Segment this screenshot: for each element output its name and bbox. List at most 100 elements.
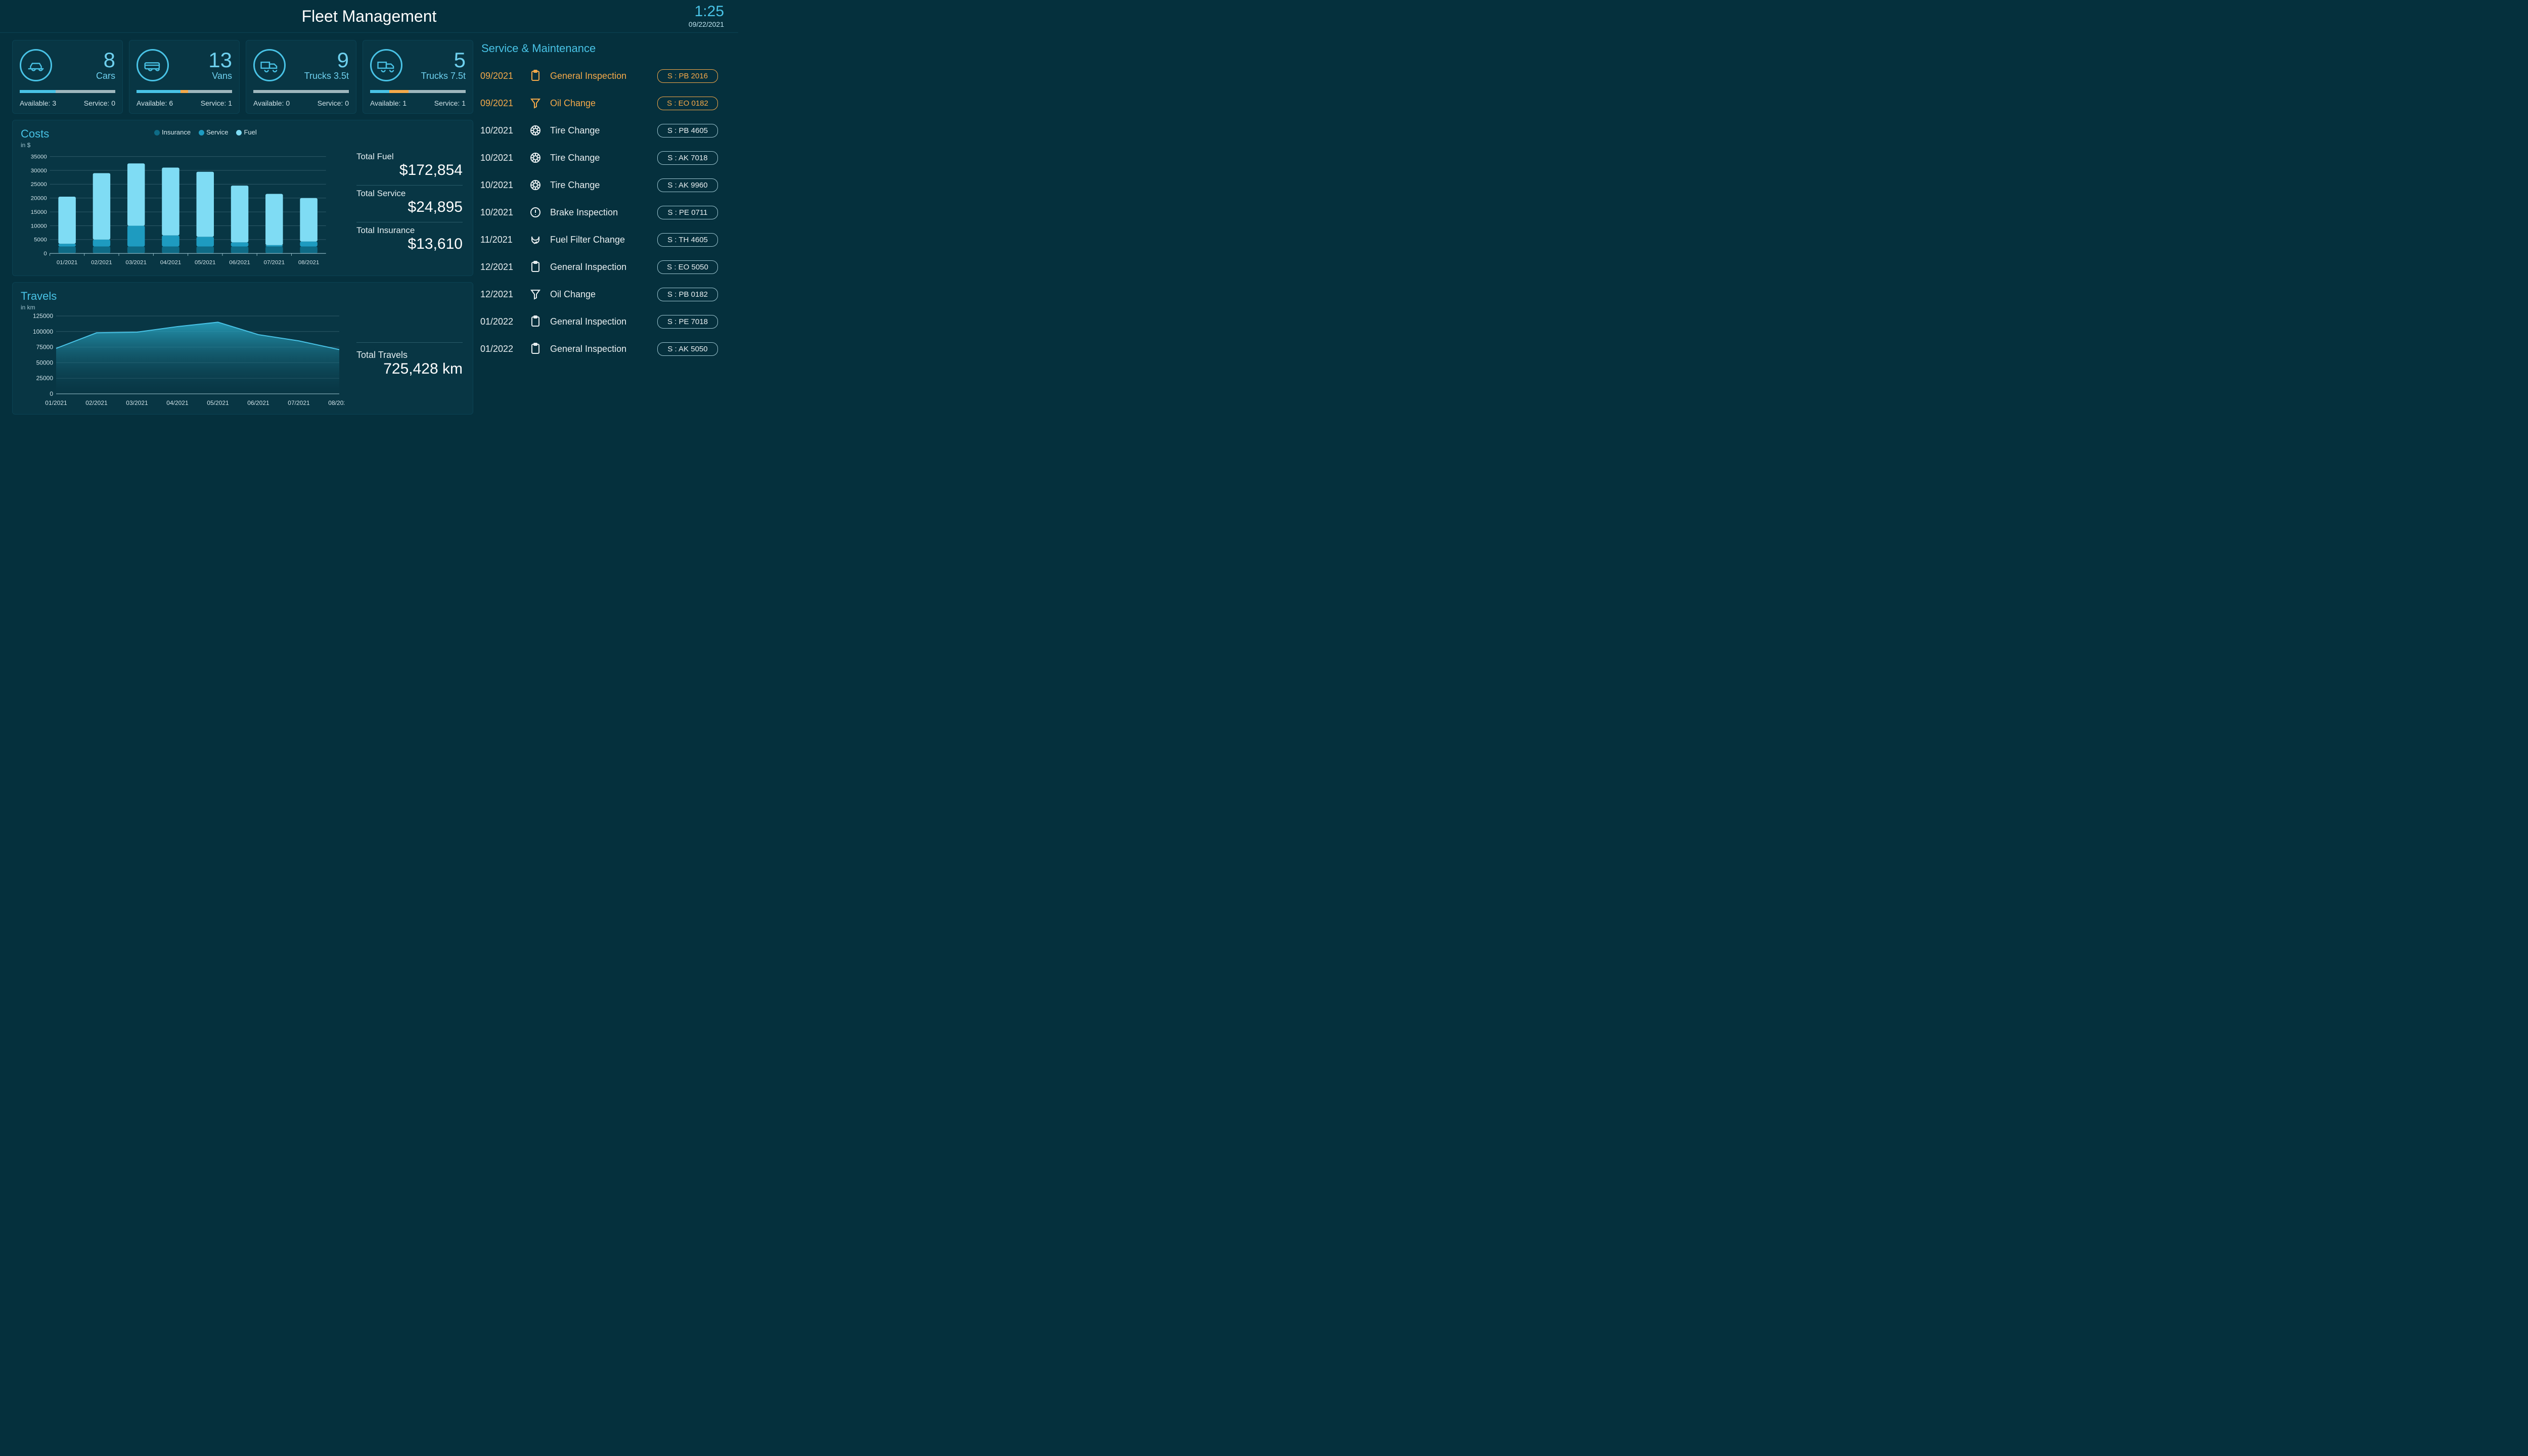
svg-text:50000: 50000 bbox=[36, 359, 54, 366]
service-date: 12/2021 bbox=[480, 289, 521, 300]
service-row[interactable]: 10/2021 Tire Change S : AK 9960 bbox=[480, 171, 718, 199]
clipboard-icon bbox=[529, 261, 542, 273]
costs-totals: Total Fuel $172,854 Total Service $24,89… bbox=[356, 149, 463, 270]
service-list: 09/2021 General Inspection S : PB 2016 0… bbox=[480, 62, 718, 362]
total-fuel-value: $172,854 bbox=[356, 162, 463, 179]
svg-text:5000: 5000 bbox=[34, 237, 47, 243]
service-row[interactable]: 10/2021 Tire Change S : PB 4605 bbox=[480, 117, 718, 144]
svg-text:04/2021: 04/2021 bbox=[160, 259, 182, 265]
svg-text:35000: 35000 bbox=[31, 154, 47, 160]
fleet-service: Service: 0 bbox=[84, 99, 115, 107]
service-date: 11/2021 bbox=[480, 235, 521, 245]
service-label: General Inspection bbox=[550, 344, 649, 354]
truck-icon bbox=[370, 49, 402, 81]
fleet-label: Cars bbox=[96, 71, 115, 81]
svg-text:0: 0 bbox=[50, 390, 53, 397]
svg-text:25000: 25000 bbox=[31, 181, 47, 188]
service-row[interactable]: 10/2021 Brake Inspection S : PE 0711 bbox=[480, 199, 718, 226]
svg-text:06/2021: 06/2021 bbox=[247, 399, 269, 406]
fleet-label: Trucks 7.5t bbox=[421, 71, 466, 81]
service-label: Oil Change bbox=[550, 98, 649, 109]
svg-text:100000: 100000 bbox=[33, 328, 53, 335]
service-label: Tire Change bbox=[550, 125, 649, 136]
service-plate[interactable]: S : EO 5050 bbox=[657, 260, 718, 274]
service-label: Oil Change bbox=[550, 289, 649, 300]
costs-legend: Insurance Service Fuel bbox=[154, 128, 257, 136]
travels-chart: 025000500007500010000012500001/202102/20… bbox=[21, 313, 344, 409]
fleet-available: Available: 3 bbox=[20, 99, 56, 107]
costs-chart: 0 5000 10000 15000 20000 25000 30000 35000 01/20… bbox=[21, 152, 331, 268]
svg-text:08/2021: 08/2021 bbox=[298, 259, 320, 265]
service-row[interactable]: 11/2021 Fuel Filter Change S : TH 4605 bbox=[480, 226, 718, 253]
svg-text:10000: 10000 bbox=[31, 223, 47, 229]
tire-icon bbox=[529, 152, 542, 164]
service-label: General Inspection bbox=[550, 316, 649, 327]
service-plate[interactable]: S : TH 4605 bbox=[657, 233, 718, 247]
filter-icon bbox=[529, 234, 542, 246]
service-plate[interactable]: S : PE 7018 bbox=[657, 315, 718, 329]
fleet-bar bbox=[20, 90, 115, 93]
clipboard-icon bbox=[529, 70, 542, 82]
service-date: 10/2021 bbox=[480, 207, 521, 218]
fleet-count: 13 bbox=[208, 50, 232, 71]
fleet-card[interactable]: 5 Trucks 7.5t Available: 1 Service: 1 bbox=[363, 40, 473, 114]
service-date: 01/2022 bbox=[480, 316, 521, 327]
clipboard-icon bbox=[529, 343, 542, 355]
service-panel: Service & Maintenance 09/2021 General In… bbox=[480, 40, 718, 415]
service-label: General Inspection bbox=[550, 262, 649, 272]
funnel-icon bbox=[529, 97, 542, 109]
svg-text:0: 0 bbox=[43, 251, 47, 257]
service-row[interactable]: 01/2022 General Inspection S : PE 7018 bbox=[480, 308, 718, 335]
svg-text:02/2021: 02/2021 bbox=[85, 399, 108, 406]
fleet-card[interactable]: 8 Cars Available: 3 Service: 0 bbox=[12, 40, 123, 114]
service-plate[interactable]: S : AK 7018 bbox=[657, 151, 718, 165]
svg-text:04/2021: 04/2021 bbox=[166, 399, 189, 406]
tire-icon bbox=[529, 179, 542, 191]
legend-fuel: Fuel bbox=[236, 128, 256, 136]
truck-icon bbox=[253, 49, 286, 81]
fleet-count: 8 bbox=[96, 50, 115, 71]
total-service-label: Total Service bbox=[356, 189, 463, 199]
fleet-available: Available: 0 bbox=[253, 99, 290, 107]
fleet-card[interactable]: 13 Vans Available: 6 Service: 1 bbox=[129, 40, 240, 114]
svg-text:02/2021: 02/2021 bbox=[91, 259, 112, 265]
service-plate[interactable]: S : PB 0182 bbox=[657, 288, 718, 301]
service-date: 01/2022 bbox=[480, 344, 521, 354]
service-label: Tire Change bbox=[550, 180, 649, 191]
svg-text:20000: 20000 bbox=[31, 196, 47, 202]
service-row[interactable]: 09/2021 Oil Change S : EO 0182 bbox=[480, 89, 718, 117]
service-plate[interactable]: S : AK 5050 bbox=[657, 342, 718, 356]
service-plate[interactable]: S : EO 0182 bbox=[657, 97, 718, 110]
fleet-card[interactable]: 9 Trucks 3.5t Available: 0 Service: 0 bbox=[246, 40, 356, 114]
service-label: Brake Inspection bbox=[550, 207, 649, 218]
service-row[interactable]: 12/2021 Oil Change S : PB 0182 bbox=[480, 281, 718, 308]
svg-text:06/2021: 06/2021 bbox=[229, 259, 250, 265]
service-row[interactable]: 09/2021 General Inspection S : PB 2016 bbox=[480, 62, 718, 89]
total-insurance-label: Total Insurance bbox=[356, 225, 463, 236]
svg-text:07/2021: 07/2021 bbox=[264, 259, 285, 265]
svg-text:07/2021: 07/2021 bbox=[288, 399, 310, 406]
service-date: 12/2021 bbox=[480, 262, 521, 272]
fleet-bar bbox=[370, 90, 466, 93]
svg-text:15000: 15000 bbox=[31, 209, 47, 215]
service-plate[interactable]: S : PB 4605 bbox=[657, 124, 718, 138]
total-service-value: $24,895 bbox=[356, 199, 463, 216]
svg-text:01/2021: 01/2021 bbox=[57, 259, 78, 265]
service-plate[interactable]: S : PE 0711 bbox=[657, 206, 718, 219]
service-plate[interactable]: S : AK 9960 bbox=[657, 178, 718, 192]
service-label: General Inspection bbox=[550, 71, 649, 81]
fleet-service: Service: 0 bbox=[318, 99, 349, 107]
clock-date: 09/22/2021 bbox=[689, 20, 724, 28]
costs-panel: Costs in $ Insurance Service Fuel 050001… bbox=[12, 120, 473, 276]
fleet-service: Service: 1 bbox=[201, 99, 232, 107]
legend-service: Service bbox=[199, 128, 228, 136]
service-row[interactable]: 10/2021 Tire Change S : AK 7018 bbox=[480, 144, 718, 171]
service-row[interactable]: 01/2022 General Inspection S : AK 5050 bbox=[480, 335, 718, 362]
fleet-bar bbox=[253, 90, 349, 93]
service-row[interactable]: 12/2021 General Inspection S : EO 5050 bbox=[480, 253, 718, 281]
svg-text:125000: 125000 bbox=[33, 313, 53, 320]
svg-text:30000: 30000 bbox=[31, 168, 47, 174]
svg-text:05/2021: 05/2021 bbox=[207, 399, 229, 406]
service-date: 10/2021 bbox=[480, 180, 521, 191]
service-plate[interactable]: S : PB 2016 bbox=[657, 69, 718, 83]
